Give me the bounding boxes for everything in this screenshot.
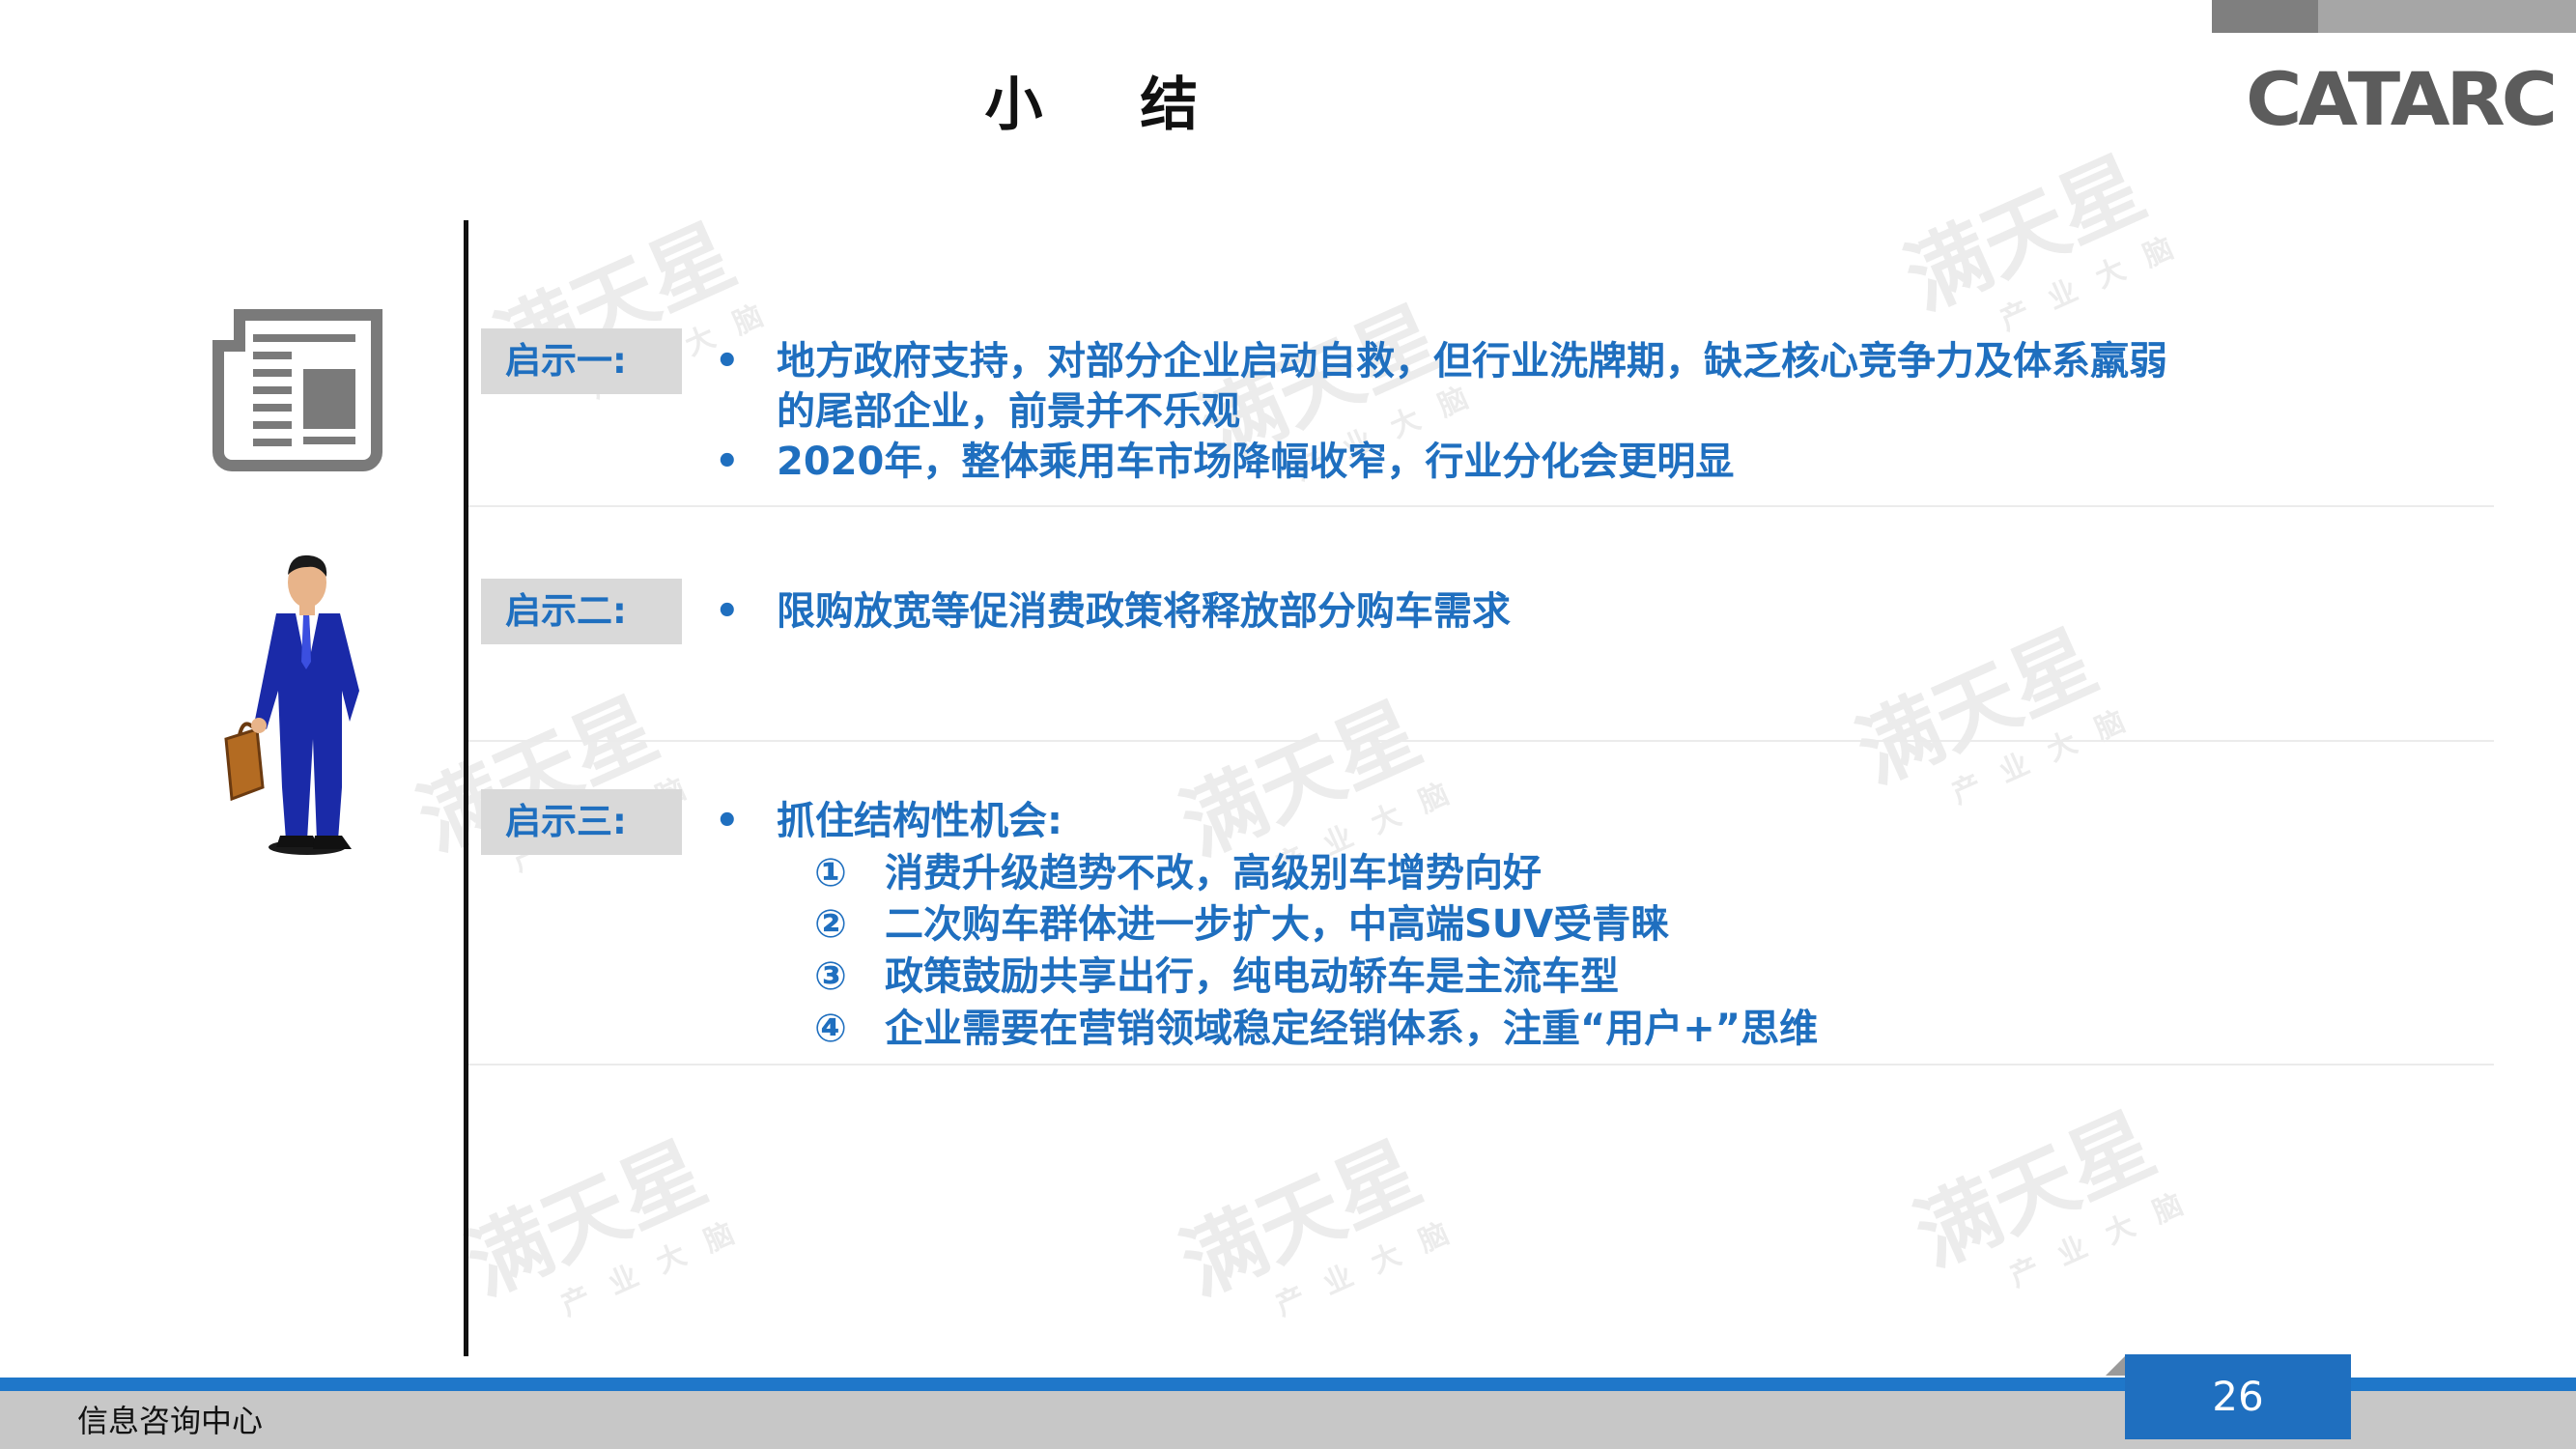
page-title: 小 结 — [984, 71, 1237, 139]
section-1-content: • 地方政府支持，对部分企业启动自救，但行业洗牌期，缺乏核心竞争力及体系羸弱 的… — [0, 336, 2576, 484]
section-2-content: • 限购放宽等促消费政策将释放部分购车需求 — [0, 586, 2576, 644]
bullet-text: 2020年，整体乘用车市场降幅收窄，行业分化会更明显 — [777, 440, 1735, 484]
item-text: 企业需要在营销领域稳定经销体系，注重“用户+”思维 — [885, 1007, 1819, 1051]
watermark: 满天星产业大脑 — [1901, 1095, 2210, 1294]
item-text: 政策鼓励共享出行，纯电动轿车是主流车型 — [885, 954, 1619, 999]
bullet-dot: • — [715, 799, 740, 843]
bullet-dot: • — [715, 339, 740, 384]
bullet-text: 抓住结构性机会: — [777, 799, 1062, 843]
catarc-logo: CATARC — [2246, 56, 2558, 142]
top-bar-dark — [2212, 0, 2318, 33]
bullet-dot: • — [715, 589, 740, 634]
section-divider — [468, 505, 2494, 507]
section-3-content: • 抓住结构性机会: ① 消费升级趋势不改，高级别车增势向好 ② 二次购车群体进… — [0, 796, 2576, 1057]
section-divider — [468, 1064, 2494, 1065]
item-text: 二次购车群体进一步扩大，中高端SUV受青睐 — [885, 902, 1670, 947]
bullet-text: 限购放宽等促消费政策将释放部分购车需求 — [777, 589, 1511, 634]
item-number: ① — [814, 851, 847, 895]
watermark: 满天星产业大脑 — [1167, 1124, 1476, 1323]
item-number: ② — [814, 902, 847, 947]
top-bar-light — [2318, 0, 2576, 33]
section-divider — [468, 740, 2494, 742]
page-number-shadow — [2106, 1354, 2127, 1376]
item-text: 消费升级趋势不改，高级别车增势向好 — [885, 851, 1542, 895]
item-number: ④ — [814, 1007, 847, 1051]
bullet-dot: • — [715, 440, 740, 484]
page-number: 26 — [2125, 1354, 2351, 1439]
bullet-text: 的尾部企业，前景并不乐观 — [777, 389, 1240, 434]
bullet-text: 地方政府支持，对部分企业启动自救，但行业洗牌期，缺乏核心竞争力及体系羸弱 — [777, 339, 2167, 384]
watermark: 满天星产业大脑 — [1891, 139, 2200, 338]
item-number: ③ — [814, 954, 847, 999]
watermark: 满天星产业大脑 — [452, 1124, 761, 1323]
footer-org: 信息咨询中心 — [77, 1403, 264, 1439]
